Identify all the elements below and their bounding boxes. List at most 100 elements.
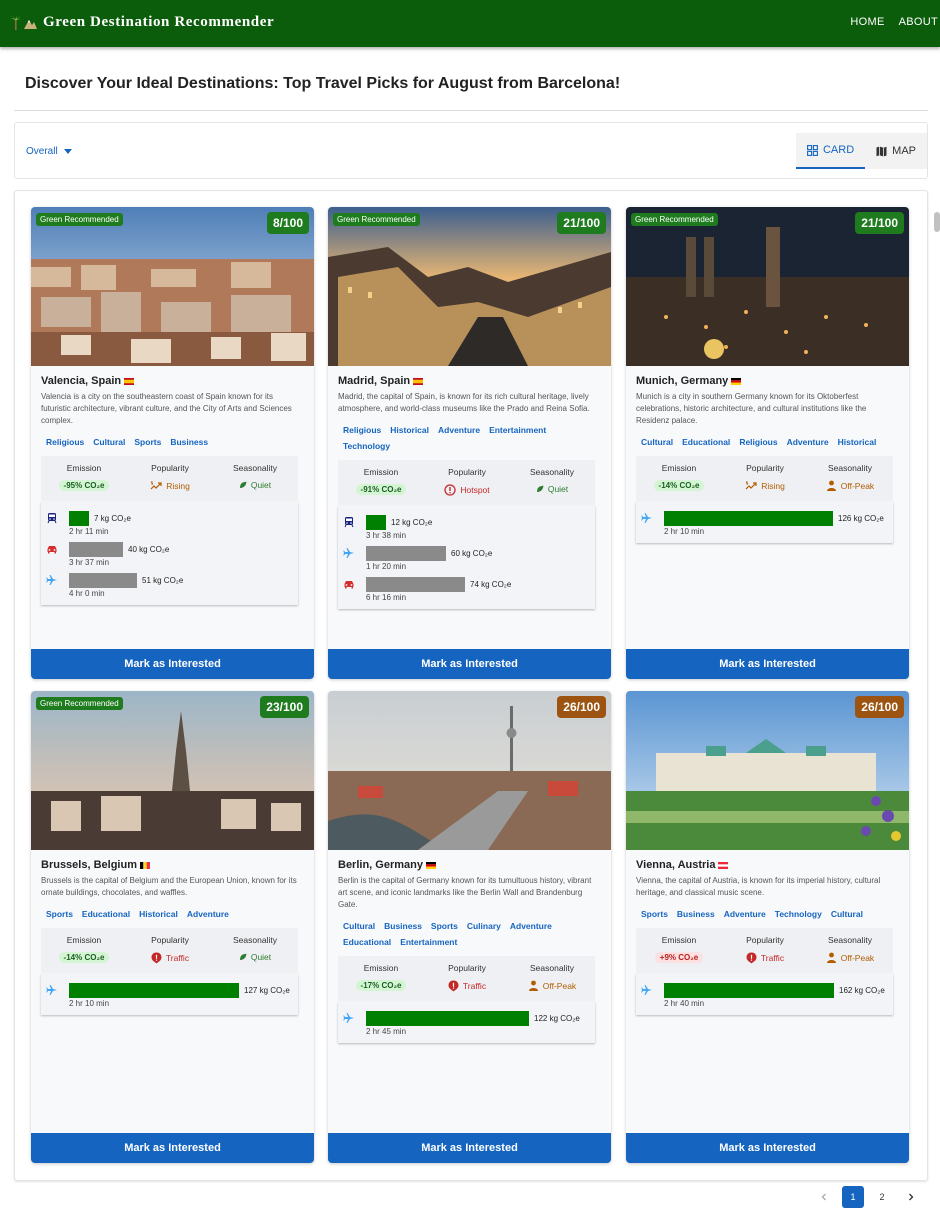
mark-as-interested-button[interactable]: Mark as Interested [328, 649, 611, 679]
category-tag[interactable]: Culinary [467, 919, 501, 933]
mark-as-interested-button[interactable]: Mark as Interested [31, 1133, 314, 1163]
seasonality-heading: Seasonality [233, 463, 277, 473]
category-tag[interactable]: Business [384, 919, 422, 933]
emission-bar [366, 577, 465, 592]
category-tag[interactable]: Adventure [187, 907, 229, 921]
page-button-2[interactable]: 2 [871, 1186, 893, 1208]
score-badge: 8/100 [266, 212, 309, 234]
seasonality-stat: Seasonality Quiet [509, 467, 595, 494]
category-tag[interactable]: Religious [739, 435, 777, 449]
person-icon [826, 952, 836, 963]
transport-duration: 2 hr 40 min [664, 999, 705, 1008]
seasonality-stat: Seasonality Quiet [212, 935, 298, 962]
destination-image: Green Recommended 21/100 [328, 207, 611, 366]
category-tag[interactable]: Cultural [641, 435, 673, 449]
category-tag[interactable]: Adventure [510, 919, 552, 933]
germany-flag-icon [731, 377, 742, 385]
category-tag[interactable]: Cultural [343, 919, 375, 933]
destination-name: Vienna, Austria [636, 859, 899, 871]
destination-image: 26/100 [328, 691, 611, 850]
card-body: Valencia, Spain Valencia is a city on th… [41, 375, 304, 605]
scrollbar[interactable] [934, 212, 940, 232]
category-tag[interactable]: Religious [46, 435, 84, 449]
category-tag[interactable]: Adventure [787, 435, 829, 449]
destination-card[interactable]: Green Recommended 21/100 Munich, Germany… [626, 207, 909, 679]
category-tag[interactable]: Adventure [438, 423, 480, 437]
category-tag[interactable]: Cultural [831, 907, 863, 921]
category-tags: Cultural Business Sports Culinary Adventure E… [338, 919, 601, 949]
category-tag[interactable]: Sports [641, 907, 668, 921]
emission-change: -91% CO₂e [355, 484, 407, 495]
category-tag[interactable]: Educational [682, 435, 730, 449]
category-tag[interactable]: Business [677, 907, 715, 921]
popularity-value: Traffic [462, 981, 487, 991]
seasonality-stat: Seasonality Off-Peak [807, 935, 893, 963]
nav-home[interactable]: HOME [850, 16, 884, 28]
spain-flag-icon [413, 377, 424, 385]
app-header: Green Destination Recommender HOME ABOUT [0, 0, 940, 47]
category-tag[interactable]: Historical [838, 435, 877, 449]
category-tags: Sports Educational Historical Adventure [41, 907, 304, 921]
app-logo[interactable]: Green Destination Recommender [9, 14, 274, 31]
category-tag[interactable]: Religious [343, 423, 381, 437]
nav-about[interactable]: ABOUT [899, 16, 938, 28]
category-tag[interactable]: Adventure [724, 907, 766, 921]
grid-icon [807, 144, 818, 156]
popularity-value: Hotspot [460, 485, 490, 495]
mark-as-interested-button[interactable]: Mark as Interested [31, 649, 314, 679]
category-tag[interactable]: Technology [775, 907, 822, 921]
mark-as-interested-button[interactable]: Mark as Interested [626, 649, 909, 679]
divider [14, 110, 928, 111]
category-tag[interactable]: Historical [390, 423, 429, 437]
transport-emission: 127 kg CO₂e [244, 986, 290, 995]
chevron-right-icon[interactable] [900, 1186, 922, 1208]
seasonality-heading: Seasonality [530, 963, 574, 973]
emission-bar [664, 983, 834, 998]
sort-select[interactable]: Overall [26, 146, 72, 157]
card-view-button[interactable]: CARD [795, 133, 866, 169]
popularity-value: Rising [761, 480, 785, 491]
page-button-1[interactable]: 1 [842, 1186, 864, 1208]
emission-stat: Emission -17% CO₂e [338, 963, 424, 991]
seasonality-heading: Seasonality [233, 935, 277, 945]
destination-card[interactable]: 26/100 Vienna, Austria Vienna, the capit… [626, 691, 909, 1163]
mark-as-interested-button[interactable]: Mark as Interested [626, 1133, 909, 1163]
destination-description: Vienna, the capital of Austria, is known… [636, 876, 881, 897]
emission-change: -14% CO₂e [58, 952, 110, 963]
mark-as-interested-button[interactable]: Mark as Interested [328, 1133, 611, 1163]
destination-card[interactable]: Green Recommended 23/100 Brussels, Belgi… [31, 691, 314, 1163]
transport-emission: 12 kg CO₂e [391, 518, 433, 527]
emission-stat: Emission +9% CO₂e [636, 935, 722, 963]
category-tag[interactable]: Historical [139, 907, 178, 921]
emission-change: -14% CO₂e [653, 480, 705, 491]
category-tag[interactable]: Sports [134, 435, 161, 449]
category-tag[interactable]: Technology [343, 439, 390, 453]
seasonality-heading: Seasonality [828, 463, 872, 473]
destination-image: 26/100 [626, 691, 909, 850]
category-tag[interactable]: Cultural [93, 435, 125, 449]
emission-bar [69, 983, 239, 998]
category-tag[interactable]: Educational [82, 907, 130, 921]
category-tag[interactable]: Entertainment [400, 935, 457, 949]
category-tag[interactable]: Educational [343, 935, 391, 949]
popularity-heading: Popularity [151, 935, 189, 945]
category-tag[interactable]: Sports [46, 907, 73, 921]
destination-card[interactable]: 26/100 Berlin, Germany Berlin is the cap… [328, 691, 611, 1163]
destination-card[interactable]: Green Recommended 8/100 Valencia, Spain … [31, 207, 314, 679]
category-tag[interactable]: Sports [431, 919, 458, 933]
emission-bar [69, 542, 123, 557]
map-view-button[interactable]: MAP [865, 133, 927, 169]
emission-bar [69, 573, 137, 588]
rising-icon [150, 481, 162, 490]
popularity-stat: Popularity Rising [722, 463, 808, 491]
popularity-stat: Popularity Traffic [424, 963, 510, 992]
chevron-left-icon[interactable] [813, 1186, 835, 1208]
map-icon [876, 146, 887, 156]
category-tag[interactable]: Business [170, 435, 208, 449]
green-recommended-badge: Green Recommended [631, 213, 718, 226]
transport-panel: 162 kg CO₂e 2 hr 40 min [636, 974, 893, 1015]
category-tag[interactable]: Entertainment [489, 423, 546, 437]
destination-card[interactable]: Green Recommended 21/100 Madrid, Spain M… [328, 207, 611, 679]
seasonality-stat: Seasonality Off-Peak [509, 963, 595, 991]
transport-duration: 6 hr 16 min [366, 593, 407, 602]
